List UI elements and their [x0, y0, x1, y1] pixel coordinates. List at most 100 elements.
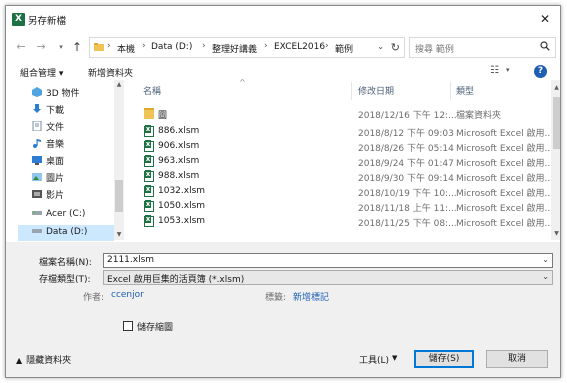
column-header-name[interactable]: 名稱	[143, 84, 161, 97]
videos-icon	[32, 190, 42, 198]
excel-file-icon	[144, 200, 154, 212]
save-as-dialog: X 另存新檔 ✕ ← → ▾ ↑ › 本機 › Data (D:) › 整理好講…	[5, 5, 561, 378]
view-dropdown-icon[interactable]: ▾	[506, 66, 510, 74]
breadcrumb-chevron-icon[interactable]: ›	[202, 41, 206, 51]
file-row[interactable]: 963.xlsm 2018/9/24 下午 01:47 Microsoft Ex…	[126, 154, 551, 169]
file-date: 2018/9/30 下午 09:14	[358, 174, 454, 184]
nav-item-3d-objects[interactable]: 3D 物件	[32, 86, 80, 102]
excel-file-icon	[144, 140, 154, 152]
file-row[interactable]: 1050.xlsm 2018/11/18 上午 11:... Microsoft…	[126, 199, 551, 214]
music-icon	[33, 139, 41, 148]
chevron-down-icon[interactable]: ⌄	[542, 272, 549, 281]
hide-folders-toggle[interactable]: ▲ 隱藏資料夾	[16, 353, 71, 366]
tools-dropdown-icon[interactable]: ▼	[392, 354, 397, 362]
file-date: 2018/11/18 上午 11:...	[358, 204, 457, 214]
excel-icon: X	[12, 13, 25, 26]
file-row[interactable]: 988.xlsm 2018/9/30 下午 09:14 Microsoft Ex…	[126, 169, 551, 184]
nav-item-label: 影片	[46, 191, 65, 201]
nav-scrollbar[interactable]: ▲ ▼	[114, 80, 124, 240]
nav-item-music[interactable]: 音樂	[32, 137, 64, 153]
file-row[interactable]: 1053.xlsm 2018/11/25 下午 08:... Microsoft…	[126, 214, 551, 229]
search-placeholder: 搜尋 範例	[415, 45, 454, 55]
file-type: Microsoft Excel 啟用...	[456, 189, 551, 199]
search-input[interactable]: 搜尋 範例	[409, 37, 556, 58]
hide-folders-label: 隱藏資料夾	[26, 356, 72, 366]
filetype-select[interactable]: Excel 啟用巨集的活頁簿 (*.xlsm) ⌄	[103, 270, 553, 285]
author-field[interactable]: ccenjor	[111, 290, 144, 300]
file-type: Microsoft Excel 啟用...	[456, 174, 551, 184]
file-name: 1032.xlsm	[158, 186, 206, 196]
tools-button[interactable]: 工具(L)	[359, 353, 389, 366]
nav-item-label: 3D 物件	[46, 89, 80, 99]
breadcrumb-chevron-icon[interactable]: ›	[264, 41, 268, 51]
file-name: 988.xlsm	[158, 171, 200, 181]
desktop-icon	[32, 156, 42, 165]
filetype-value: Excel 啟用巨集的活頁簿 (*.xlsm)	[107, 275, 245, 285]
window-title: 另存新檔	[28, 16, 67, 27]
scroll-down-icon[interactable]: ▼	[552, 230, 560, 237]
back-arrow-icon[interactable]: ←	[14, 40, 28, 54]
file-date: 2018/11/25 下午 08:...	[358, 219, 457, 229]
file-name: 906.xlsm	[158, 141, 200, 151]
excel-file-icon	[144, 185, 154, 197]
tags-label: 標籤:	[265, 293, 287, 303]
column-header-type[interactable]: 類型	[456, 84, 474, 97]
nav-item-desktop[interactable]: 桌面	[32, 154, 64, 170]
nav-item-label: 文件	[46, 123, 65, 133]
cancel-button[interactable]: 取消	[486, 350, 548, 368]
breadcrumb-item[interactable]: 本機	[117, 42, 135, 55]
file-row[interactable]: 886.xlsm 2018/8/12 下午 09:03 Microsoft Ex…	[126, 124, 551, 139]
view-options-icon[interactable]: ☷	[490, 65, 499, 76]
file-row[interactable]: 906.xlsm 2018/8/26 下午 05:14 Microsoft Ex…	[126, 139, 551, 154]
column-header-modified[interactable]: 修改日期	[358, 84, 394, 97]
breadcrumb-item[interactable]: 整理好講義	[212, 42, 257, 55]
file-list-scroll-thumb[interactable]	[553, 97, 560, 149]
nav-scroll-thumb[interactable]	[115, 180, 123, 212]
file-list-scrollbar[interactable]: ▲ ▼	[551, 80, 560, 240]
file-type: Microsoft Excel 啟用...	[456, 204, 551, 214]
help-icon[interactable]: ?	[534, 65, 547, 78]
save-button[interactable]: 儲存(S)	[414, 350, 474, 368]
file-row[interactable]: 1032.xlsm 2018/10/19 下午 10:... Microsoft…	[126, 184, 551, 199]
up-arrow-icon[interactable]: ↑	[70, 40, 84, 54]
file-date: 2018/9/24 下午 01:47	[358, 159, 454, 169]
nav-item-drive-d[interactable]: Data (D:)	[18, 225, 114, 241]
organize-button[interactable]: 組合管理 ▾	[20, 66, 63, 79]
close-button[interactable]: ✕	[538, 12, 552, 26]
breadcrumb-chevron-icon[interactable]: ›	[325, 41, 329, 51]
file-type: 檔案資料夾	[456, 111, 502, 121]
folder-icon	[94, 43, 104, 51]
file-row[interactable]: 圖 2018/12/16 下午 12:... 檔案資料夾	[126, 106, 551, 121]
breadcrumb-item[interactable]: EXCEL2016	[274, 42, 325, 52]
save-thumbnail-checkbox[interactable]	[123, 321, 133, 331]
nav-item-pictures[interactable]: 圖片	[32, 171, 64, 187]
address-dropdown-icon[interactable]: ⌄	[377, 42, 384, 51]
nav-item-documents[interactable]: 文件	[32, 120, 64, 136]
nav-item-videos[interactable]: 影片	[32, 188, 64, 204]
chevron-down-icon[interactable]: ⌄	[542, 255, 549, 264]
column-divider[interactable]	[450, 82, 451, 100]
file-list: ^ 名稱 修改日期 類型 圖 2018/12/16 下午 12:... 檔案資料…	[126, 78, 560, 240]
address-row: ← → ▾ ↑ › 本機 › Data (D:) › 整理好講義 › EXCEL…	[6, 34, 560, 62]
nav-item-label: 圖片	[46, 174, 65, 184]
breadcrumb-item[interactable]: 範例	[335, 42, 353, 55]
nav-item-drive-c[interactable]: Acer (C:)	[32, 207, 85, 223]
excel-file-icon	[144, 125, 154, 137]
recent-locations-chevron-icon[interactable]: ▾	[54, 40, 68, 54]
nav-item-label: 音樂	[46, 140, 65, 150]
tags-field[interactable]: 新增標記	[293, 290, 329, 303]
scroll-up-icon[interactable]: ▲	[552, 84, 560, 91]
breadcrumb-chevron-icon[interactable]: ›	[142, 41, 146, 51]
title-bar: X 另存新檔 ✕	[6, 6, 560, 32]
breadcrumb-item[interactable]: Data (D:)	[151, 42, 192, 52]
new-folder-button[interactable]: 新增資料夾	[88, 66, 133, 79]
filename-field[interactable]: 2111.xlsm ⌄	[103, 253, 553, 268]
column-divider[interactable]	[351, 82, 352, 100]
address-bar[interactable]: › 本機 › Data (D:) › 整理好講義 › EXCEL2016 › 範…	[89, 37, 405, 58]
forward-arrow-icon[interactable]: →	[34, 40, 48, 54]
scroll-up-icon[interactable]: ▲	[115, 81, 123, 88]
nav-item-downloads[interactable]: 下載	[32, 103, 64, 119]
refresh-icon[interactable]: ↻	[391, 41, 400, 54]
scroll-down-icon[interactable]: ▼	[115, 231, 123, 238]
breadcrumb-chevron-icon[interactable]: ›	[107, 41, 111, 51]
